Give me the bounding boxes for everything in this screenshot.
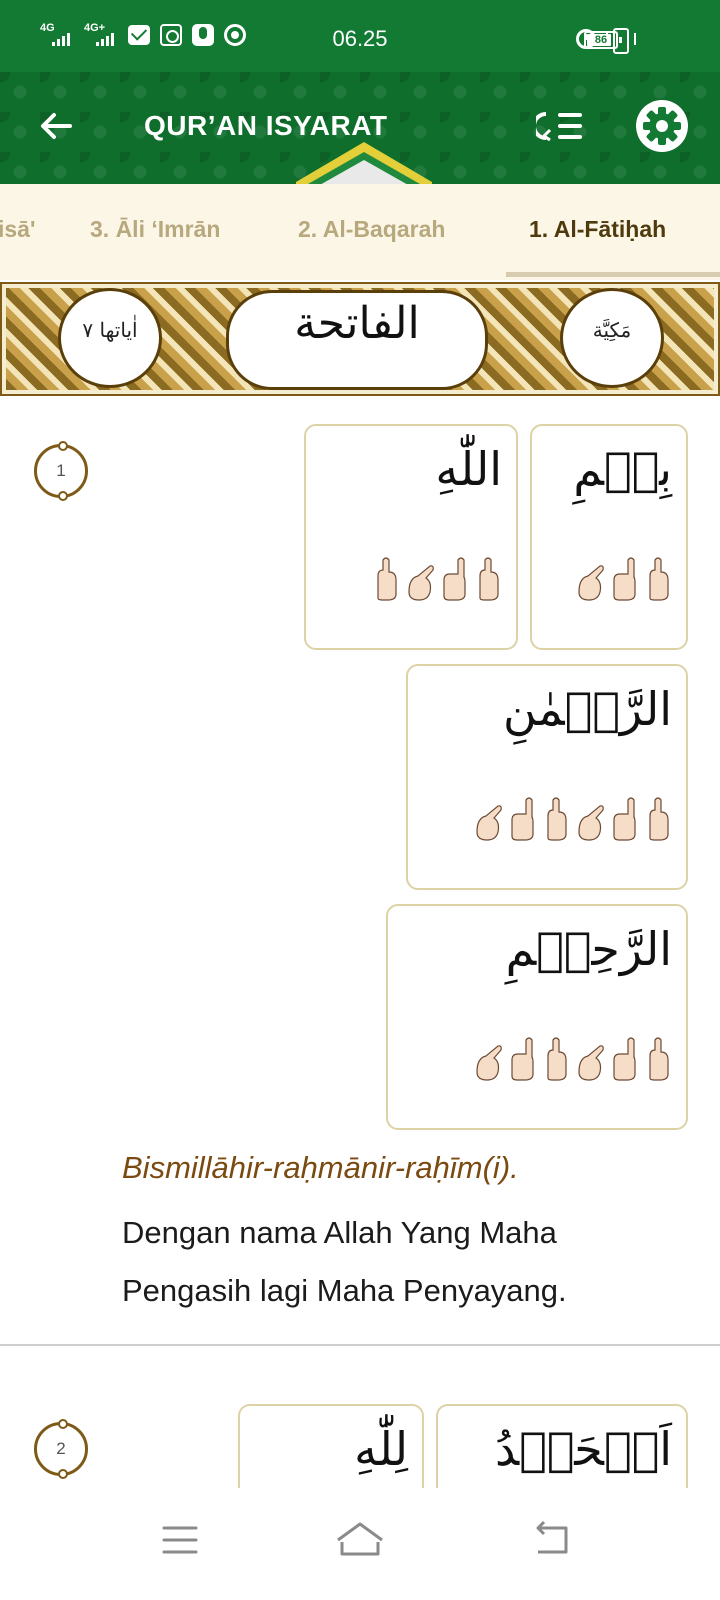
arabic-word: بِسۡمِ <box>573 442 672 496</box>
hand-sign-icon <box>547 797 567 841</box>
hand-sign-icon <box>613 557 636 601</box>
hand-sign-icon <box>649 557 669 601</box>
ayat-count: اٰياتها ٧ <box>82 318 138 342</box>
list-icon[interactable] <box>536 106 588 146</box>
surah-header: اٰياتها ٧ الفاتحة مَكِيَّة <box>0 282 720 396</box>
hand-sign-icon <box>578 1045 604 1081</box>
home-icon[interactable] <box>330 1510 390 1570</box>
hand-sign-icon <box>476 1045 502 1081</box>
hand-sign-icon <box>377 557 397 601</box>
battery-icon: 86 <box>584 31 622 49</box>
back-button[interactable] <box>36 106 76 146</box>
hand-sign-icon <box>408 565 434 601</box>
sign-language-sequence <box>370 552 504 606</box>
hand-sign-icon <box>578 805 604 841</box>
word-card[interactable]: الرَّحِيۡمِ <box>386 904 688 1130</box>
revelation-type: مَكِيَّة <box>592 318 632 342</box>
sign-language-sequence <box>472 792 674 846</box>
word-card[interactable]: بِسۡمِ <box>530 424 688 650</box>
transliteration: Bismillāhir-raḥmānir-raḥīm(i). <box>122 1150 519 1185</box>
sign-language-sequence <box>574 552 674 606</box>
arabic-word: اللّٰهِ <box>435 442 502 496</box>
hand-sign-icon <box>511 1037 534 1081</box>
hand-sign-icon <box>649 797 669 841</box>
surah-name: الفاتحة <box>294 298 420 349</box>
word-card[interactable]: اللّٰهِ <box>304 424 518 650</box>
tab-ali-imran[interactable]: 3. Āli ‘Imrān <box>90 216 220 243</box>
verse-number-badge: 1 <box>34 441 88 501</box>
sign-language-sequence <box>472 1032 674 1086</box>
hand-sign-icon <box>479 557 499 601</box>
tab-al-fatihah[interactable]: 1. Al-Fātiḥah <box>529 216 666 243</box>
system-nav-bar <box>0 1488 720 1600</box>
verse-number-badge: 2 <box>34 1419 88 1479</box>
verse-divider <box>0 1344 720 1346</box>
hand-sign-icon <box>613 797 636 841</box>
tab-an-nisa[interactable]: isā' <box>0 216 35 243</box>
arabic-word: اَلۡحَمۡدُ <box>494 1422 672 1476</box>
surah-tab-bar: isā' 3. Āli ‘Imrān 2. Al-Baqarah 1. Al-F… <box>0 184 720 280</box>
back-icon[interactable] <box>520 1510 580 1570</box>
hand-sign-icon <box>476 805 502 841</box>
gear-icon[interactable] <box>636 100 688 152</box>
status-bar: 4G 4G+ 06.25 86 <box>0 0 720 72</box>
ornament-apex <box>296 142 432 184</box>
hand-sign-icon <box>547 1037 567 1081</box>
arabic-word: لِلّٰهِ <box>354 1422 408 1476</box>
arabic-word: الرَّحۡمٰنِ <box>503 682 672 736</box>
hand-sign-icon <box>613 1037 636 1081</box>
hand-sign-icon <box>443 557 466 601</box>
menu-icon[interactable] <box>150 1510 210 1570</box>
hand-sign-icon <box>511 797 534 841</box>
tab-al-baqarah[interactable]: 2. Al-Baqarah <box>298 216 445 243</box>
arabic-word: الرَّحِيۡمِ <box>505 922 672 976</box>
hand-sign-icon <box>649 1037 669 1081</box>
word-card[interactable]: الرَّحۡمٰنِ <box>406 664 688 890</box>
active-tab-indicator <box>506 272 720 277</box>
translation: Dengan nama Allah Yang Maha Pengasih lag… <box>122 1215 567 1308</box>
hand-sign-icon <box>578 565 604 601</box>
battery-level: 86 <box>594 34 608 46</box>
app-bar: QUR’AN ISYARAT <box>0 72 720 184</box>
app-title: QUR’AN ISYARAT <box>144 110 388 141</box>
